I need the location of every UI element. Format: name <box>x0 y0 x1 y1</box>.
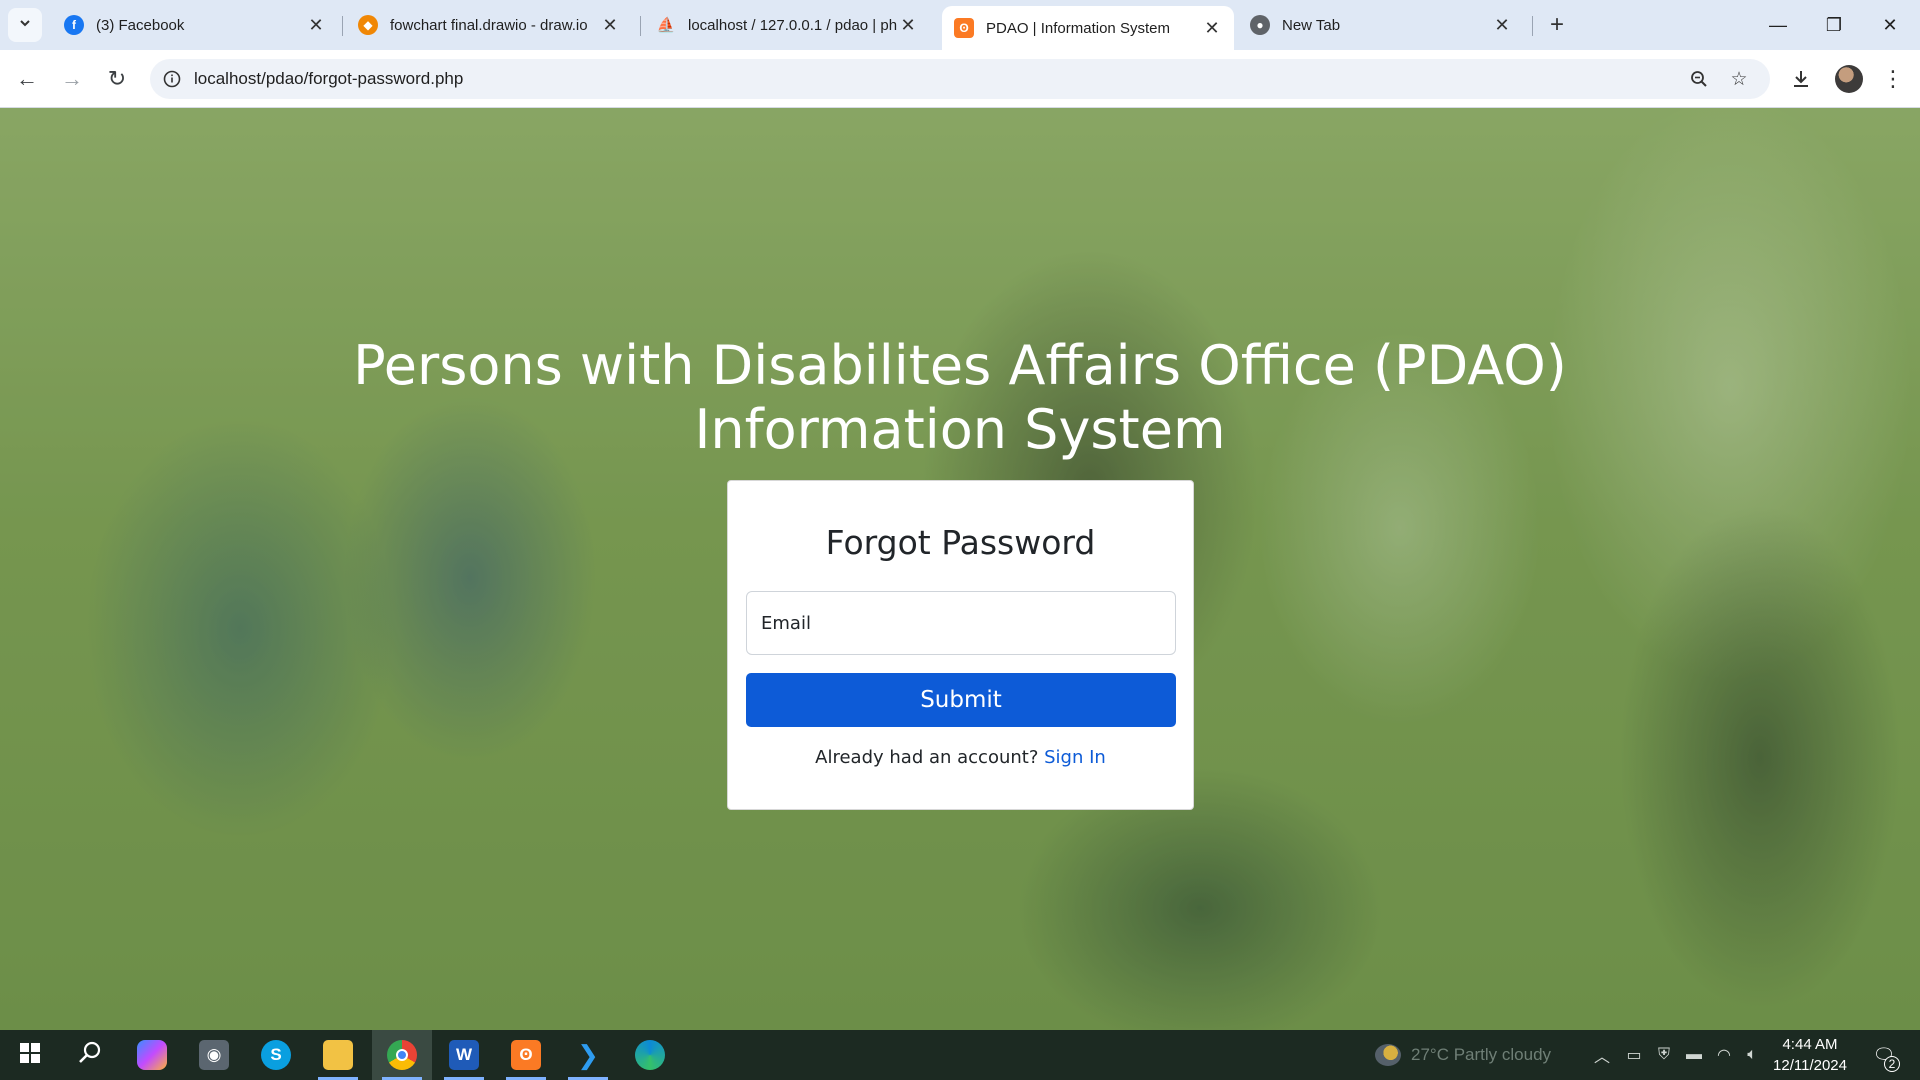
copilot-icon <box>137 1040 167 1070</box>
tab-title: New Tab <box>1282 16 1341 34</box>
folder-icon <box>323 1040 353 1070</box>
tab-drawio[interactable]: ◆ fowchart final.drawio - draw.io ✕ <box>346 8 632 42</box>
browser-toolbar: ← → ↻ localhost/pdao/forgot-password.php… <box>0 50 1920 108</box>
profile-avatar[interactable] <box>1835 65 1863 93</box>
taskbar-file-explorer[interactable] <box>308 1030 368 1080</box>
bookmark-star-icon[interactable]: ☆ <box>1728 68 1750 90</box>
submit-button[interactable]: Submit <box>746 673 1176 727</box>
signin-prompt: Already had an account? <box>815 747 1045 768</box>
chevron-up-icon[interactable]: ︿ <box>1590 1043 1614 1067</box>
taskbar-word[interactable]: W <box>434 1030 494 1080</box>
taskbar-xampp[interactable]: ʘ <box>496 1030 556 1080</box>
tab-separator <box>640 16 641 36</box>
xampp-icon: ʘ <box>511 1040 541 1070</box>
close-icon: ✕ <box>1882 14 1898 35</box>
tab-separator <box>1532 16 1533 36</box>
vscode-icon: ❯ <box>577 1039 599 1070</box>
taskbar-camera[interactable]: ◉ <box>184 1030 244 1080</box>
minimize-button[interactable]: — <box>1750 0 1806 50</box>
minimize-icon: — <box>1769 14 1787 35</box>
download-icon[interactable] <box>1786 64 1816 94</box>
windows-icon <box>19 1042 41 1069</box>
taskbar-copilot[interactable] <box>122 1030 182 1080</box>
partly-cloudy-icon <box>1375 1044 1401 1066</box>
tab-title: fowchart final.drawio - draw.io <box>390 16 588 34</box>
zoom-icon[interactable] <box>1688 68 1710 90</box>
notification-center-button[interactable]: 🗨︎ 2 <box>1868 1040 1900 1072</box>
tab-title: localhost / 127.0.0.1 / pdao | ph <box>688 16 898 34</box>
tab-facebook[interactable]: f (3) Facebook ✕ <box>52 8 338 42</box>
weather-widget[interactable]: 27°C Partly cloudy <box>1375 1042 1551 1068</box>
clock-time: 4:44 AM <box>1782 1036 1838 1053</box>
more-vertical-icon: ⋮ <box>1882 66 1904 91</box>
tab-separator <box>342 16 343 36</box>
search-icon <box>77 1040 103 1071</box>
back-button[interactable]: ← <box>10 62 44 96</box>
chrome-icon <box>387 1040 417 1070</box>
close-icon[interactable]: ✕ <box>1492 15 1512 35</box>
taskbar-vscode[interactable]: ❯ <box>558 1030 618 1080</box>
taskbar-skype[interactable]: S <box>246 1030 306 1080</box>
tab-title: (3) Facebook <box>96 16 185 34</box>
close-icon[interactable]: ✕ <box>306 15 326 35</box>
skype-icon: S <box>261 1040 291 1070</box>
forward-button[interactable]: → <box>55 62 89 96</box>
reload-icon: ↻ <box>107 66 127 91</box>
taskbar-edge[interactable] <box>620 1030 680 1080</box>
site-info-icon[interactable] <box>150 70 194 88</box>
close-icon[interactable]: ✕ <box>1202 18 1222 38</box>
tab-phpmyadmin[interactable]: ⛵ localhost / 127.0.0.1 / pdao | ph ✕ <box>644 8 930 42</box>
system-clock[interactable]: 4:44 AM 12/11/2024 <box>1760 1034 1860 1076</box>
arrow-left-icon: ← <box>16 66 38 91</box>
close-icon[interactable]: ✕ <box>898 15 918 35</box>
edge-icon <box>635 1040 665 1070</box>
facebook-icon: f <box>64 15 84 35</box>
window-close-button[interactable]: ✕ <box>1862 0 1918 50</box>
drawio-icon: ◆ <box>358 15 378 35</box>
forgot-password-card: Forgot Password Submit Already had an ac… <box>727 480 1194 810</box>
browser-menu-button[interactable]: ⋮ <box>1878 64 1908 94</box>
word-icon: W <box>449 1040 479 1070</box>
chrome-icon: ● <box>1250 15 1270 35</box>
plus-icon: + <box>1549 11 1564 38</box>
arrow-right-icon: → <box>61 66 83 91</box>
page-title: Persons with Disabilites Affairs Office … <box>353 334 1567 461</box>
taskbar-chrome[interactable] <box>372 1030 432 1080</box>
chevron-down-icon <box>18 16 32 35</box>
browser-tab-strip: f (3) Facebook ✕ ◆ fowchart final.drawio… <box>0 0 1920 50</box>
tab-title: PDAO | Information System <box>986 19 1170 37</box>
taskbar-search-button[interactable] <box>60 1030 120 1080</box>
tab-pdao[interactable]: ʘ PDAO | Information System ✕ <box>942 6 1234 50</box>
address-bar[interactable]: localhost/pdao/forgot-password.php ☆ <box>150 59 1770 99</box>
tab-search-button[interactable] <box>8 8 42 42</box>
notification-count-badge: 2 <box>1884 1056 1900 1072</box>
page-background: Persons with Disabilites Affairs Office … <box>0 108 1920 1030</box>
security-icon[interactable]: ⛨ <box>1652 1043 1676 1067</box>
xampp-icon: ʘ <box>954 18 974 38</box>
signin-link[interactable]: Sign In <box>1044 747 1106 768</box>
weather-text: 27°C Partly cloudy <box>1411 1045 1552 1064</box>
restore-button[interactable]: ❐ <box>1806 0 1862 50</box>
meet-now-icon[interactable]: ▭ <box>1622 1043 1646 1067</box>
card-title: Forgot Password <box>825 523 1096 562</box>
phpmyadmin-icon: ⛵ <box>656 17 676 34</box>
taskbar: ◉ S W ʘ ❯ 27°C Partly cloudy ︿ ▭ ⛨ ▬ ◠ 🔈… <box>0 1030 1920 1080</box>
close-icon[interactable]: ✕ <box>600 15 620 35</box>
clock-date: 12/11/2024 <box>1773 1057 1847 1074</box>
start-button[interactable] <box>0 1030 60 1080</box>
new-tab-button[interactable]: + <box>1542 10 1572 40</box>
battery-icon[interactable]: ▬ <box>1682 1043 1706 1067</box>
restore-icon: ❐ <box>1825 14 1843 35</box>
reload-button[interactable]: ↻ <box>100 62 134 96</box>
wifi-icon[interactable]: ◠ <box>1712 1043 1736 1067</box>
url-text[interactable]: localhost/pdao/forgot-password.php <box>194 69 463 89</box>
signin-row: Already had an account? Sign In <box>728 747 1193 768</box>
camera-icon: ◉ <box>199 1040 229 1070</box>
tab-new-tab[interactable]: ● New Tab ✕ <box>1238 8 1524 42</box>
email-field[interactable] <box>746 591 1176 655</box>
